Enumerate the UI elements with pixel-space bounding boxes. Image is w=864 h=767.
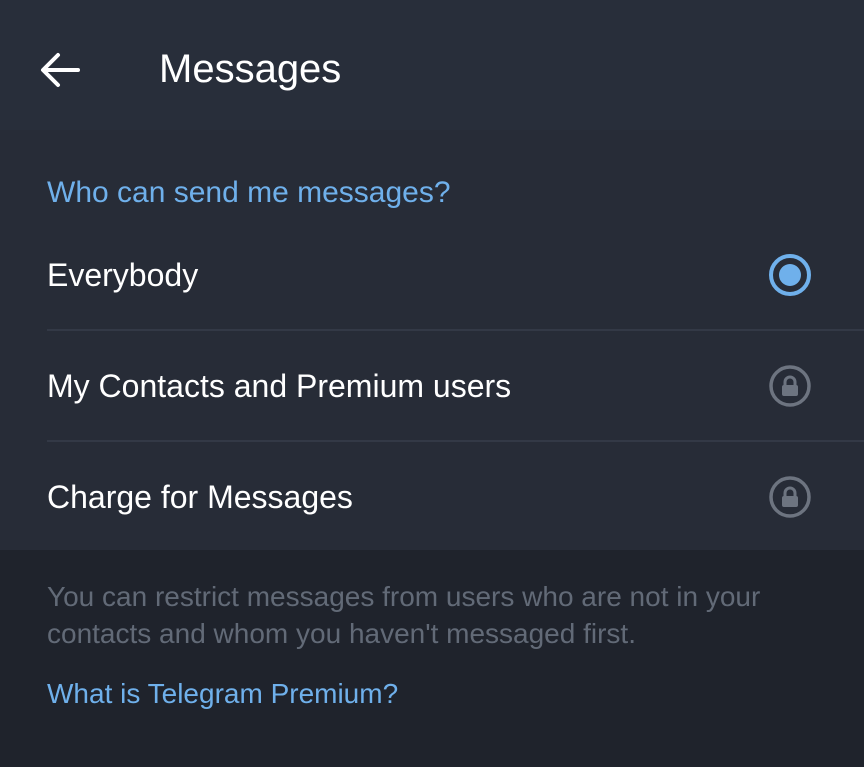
section-header: Who can send me messages?: [47, 176, 451, 209]
telegram-premium-link[interactable]: What is Telegram Premium?: [47, 676, 398, 712]
radio-selected-icon[interactable]: [766, 251, 814, 299]
back-button[interactable]: [30, 40, 90, 100]
lock-icon[interactable]: [766, 473, 814, 521]
page-title: Messages: [159, 47, 342, 91]
footer-description: You can restrict messages from users who…: [47, 581, 761, 649]
option-label: Everybody: [47, 257, 199, 293]
top-app-bar: Messages: [0, 0, 864, 130]
option-label: My Contacts and Premium users: [47, 368, 512, 404]
option-charge-for-messages[interactable]: Charge for Messages: [0, 442, 864, 552]
option-label: Charge for Messages: [47, 479, 353, 515]
lock-icon[interactable]: [766, 362, 814, 410]
arrow-left-icon: [41, 53, 80, 87]
option-everybody[interactable]: Everybody: [0, 220, 864, 330]
privacy-options-section: Who can send me messages? Everybody My C…: [0, 130, 864, 550]
option-contacts-and-premium[interactable]: My Contacts and Premium users: [0, 331, 864, 441]
